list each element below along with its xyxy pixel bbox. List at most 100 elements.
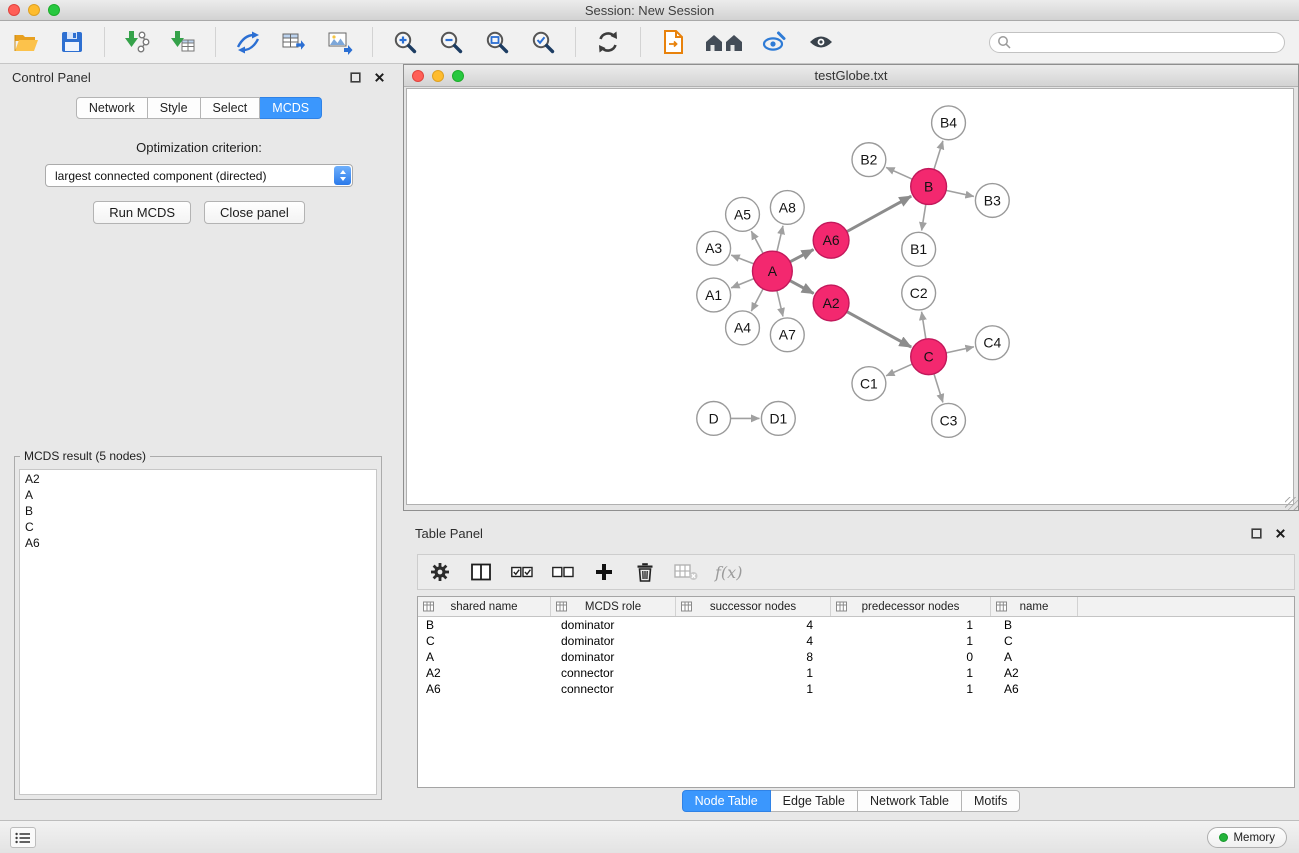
edge-A6-B[interactable] [847, 196, 911, 231]
home-button[interactable] [703, 26, 745, 58]
node-C2[interactable]: C2 [902, 276, 936, 310]
node-A5[interactable]: A5 [726, 197, 760, 231]
network-graph[interactable]: AA6A2BCA5A8A3A1A4A7B4B2B3B1C2C4C1C3DD1 [407, 89, 1293, 504]
mcds-result-item[interactable]: A [20, 487, 376, 503]
node-A2[interactable]: A2 [813, 285, 849, 321]
edge-C-C1[interactable] [886, 364, 912, 376]
zoom-out-button[interactable] [435, 26, 467, 58]
network-window-titlebar[interactable]: testGlobe.txt [404, 65, 1298, 87]
show-hide-button[interactable] [805, 26, 837, 58]
table-tab[interactable]: Node Table [682, 790, 771, 812]
close-panel-button[interactable] [372, 70, 386, 84]
show-columns-button[interactable] [469, 560, 493, 584]
column-header[interactable]: successor nodes [676, 597, 831, 616]
search-box[interactable] [989, 32, 1285, 53]
edge-A-A2[interactable] [790, 281, 814, 294]
node-D1[interactable]: D1 [761, 401, 795, 435]
mcds-result-item[interactable]: C [20, 519, 376, 535]
run-mcds-button[interactable]: Run MCDS [93, 201, 191, 224]
table-row[interactable]: A6 connector 1 1 A6 [418, 681, 1294, 697]
edge-A-A8[interactable] [777, 226, 783, 252]
node-B[interactable]: B [911, 169, 947, 205]
node-A4[interactable]: A4 [726, 311, 760, 345]
edge-A-A7[interactable] [777, 291, 783, 317]
node-A7[interactable]: A7 [770, 318, 804, 352]
edge-B-B3[interactable] [946, 190, 974, 196]
column-header[interactable]: MCDS role [551, 597, 676, 616]
apply-layout-button[interactable] [592, 26, 624, 58]
edge-C-C2[interactable] [922, 312, 926, 339]
import-network-button[interactable] [121, 26, 153, 58]
mcds-result-item[interactable]: B [20, 503, 376, 519]
close-panel-action-button[interactable]: Close panel [204, 201, 305, 224]
zoom-selected-button[interactable] [527, 26, 559, 58]
zoom-in-button[interactable] [389, 26, 421, 58]
graphics-details-button[interactable] [759, 26, 791, 58]
table-close-panel-button[interactable] [1273, 526, 1287, 540]
table-row[interactable]: B dominator 4 1 B [418, 617, 1294, 633]
function-builder-button[interactable]: f(x) [715, 560, 742, 584]
table-settings-button[interactable] [428, 560, 452, 584]
node-A3[interactable]: A3 [697, 231, 731, 265]
node-A[interactable]: A [752, 251, 792, 291]
session-document-button[interactable] [657, 26, 689, 58]
edge-A-A1[interactable] [731, 279, 754, 288]
control-panel-tab[interactable]: Style [148, 97, 201, 119]
float-panel-button[interactable] [348, 70, 362, 84]
node-C3[interactable]: C3 [932, 403, 966, 437]
mcds-result-item[interactable]: A2 [20, 471, 376, 487]
table-tab[interactable]: Edge Table [771, 790, 858, 812]
delete-table-button[interactable] [674, 560, 698, 584]
import-table-button[interactable] [167, 26, 199, 58]
edge-A-A5[interactable] [751, 231, 763, 253]
edge-A-A4[interactable] [751, 289, 763, 311]
node-A1[interactable]: A1 [697, 278, 731, 312]
table-float-panel-button[interactable] [1249, 526, 1263, 540]
delete-button[interactable] [633, 560, 657, 584]
save-session-button[interactable] [56, 26, 88, 58]
node-B3[interactable]: B3 [975, 184, 1009, 218]
edge-A-A3[interactable] [731, 255, 754, 264]
edge-A2-C[interactable] [847, 312, 911, 347]
table-tab[interactable]: Network Table [858, 790, 962, 812]
panel-menu-button[interactable] [10, 827, 36, 848]
node-C4[interactable]: C4 [975, 326, 1009, 360]
edge-C-C4[interactable] [946, 347, 974, 353]
zoom-fit-button[interactable] [481, 26, 513, 58]
control-panel-tab[interactable]: MCDS [260, 97, 322, 119]
node-B2[interactable]: B2 [852, 143, 886, 177]
edge-B-B4[interactable] [934, 141, 943, 170]
node-B1[interactable]: B1 [902, 232, 936, 266]
column-header[interactable]: shared name [418, 597, 551, 616]
node-table[interactable]: shared name MCDS role successor nodes [417, 596, 1295, 788]
node-A8[interactable]: A8 [770, 191, 804, 225]
column-header[interactable]: predecessor nodes [831, 597, 991, 616]
control-panel-tab[interactable]: Network [76, 97, 148, 119]
table-row[interactable]: A dominator 8 0 A [418, 649, 1294, 665]
network-canvas[interactable]: AA6A2BCA5A8A3A1A4A7B4B2B3B1C2C4C1C3DD1 [406, 88, 1294, 505]
memory-button[interactable]: Memory [1207, 827, 1287, 848]
select-all-button[interactable] [510, 560, 534, 584]
search-input[interactable] [1015, 35, 1277, 49]
add-column-button[interactable] [592, 560, 616, 584]
edge-B-B2[interactable] [886, 167, 912, 179]
mcds-result-item[interactable]: A6 [20, 535, 376, 551]
export-image-button[interactable] [324, 26, 356, 58]
table-row[interactable]: C dominator 4 1 C [418, 633, 1294, 649]
criterion-dropdown[interactable]: largest connected component (directed) [45, 164, 353, 187]
deselect-all-button[interactable] [551, 560, 575, 584]
export-network-button[interactable] [232, 26, 264, 58]
node-A6[interactable]: A6 [813, 222, 849, 258]
edge-A-A6[interactable] [790, 250, 813, 262]
node-D[interactable]: D [697, 401, 731, 435]
open-session-button[interactable] [10, 26, 42, 58]
node-C[interactable]: C [911, 339, 947, 375]
resize-grip[interactable] [1285, 497, 1298, 510]
node-B4[interactable]: B4 [932, 106, 966, 140]
export-table-button[interactable] [278, 26, 310, 58]
table-tab[interactable]: Motifs [962, 790, 1020, 812]
edge-C-C3[interactable] [934, 374, 943, 403]
control-panel-tab[interactable]: Select [201, 97, 261, 119]
edge-B-B1[interactable] [922, 204, 926, 230]
table-row[interactable]: A2 connector 1 1 A2 [418, 665, 1294, 681]
